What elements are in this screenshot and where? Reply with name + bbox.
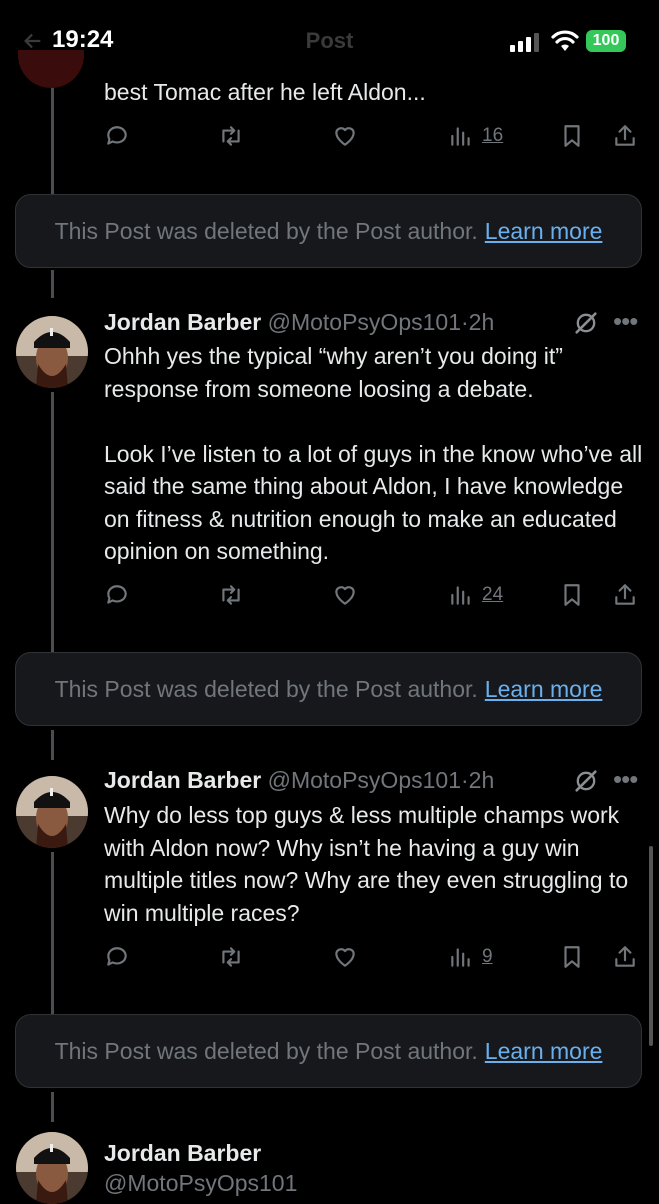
separator-dot: · [461,309,469,335]
heart-icon [335,586,355,605]
views-count: 16 [482,125,504,146]
battery-indicator: 100 [586,30,626,52]
share-icon [615,946,635,967]
more-options-icon[interactable]: ••• [613,764,638,795]
views-count: 24 [482,584,504,605]
author-handle[interactable]: @MotoPsyOps101 [104,1170,297,1197]
views-icon [451,127,470,146]
avatar[interactable] [16,1132,88,1204]
avatar[interactable] [18,50,84,88]
share-button[interactable] [612,121,638,151]
author-name[interactable]: Jordan Barber [104,1140,261,1167]
avatar[interactable] [16,776,88,848]
share-button[interactable] [612,942,638,972]
views-button[interactable]: 16 [448,121,503,151]
wifi-icon [551,30,579,51]
bookmark-button[interactable] [559,121,585,151]
repost-icon [222,126,240,146]
bookmark-icon [564,946,580,968]
post-text: Ohhh yes the typical “why aren’t you doi… [104,343,643,564]
reply-icon [107,126,127,145]
post-text: best Tomac after he left Aldon... [104,79,426,105]
share-icon [615,584,635,605]
author-name[interactable]: Jordan Barber [104,767,261,793]
thread-line [51,392,54,654]
avatar-image [16,316,88,388]
scrollbar[interactable] [649,846,653,1046]
repost-button[interactable] [218,580,244,610]
reply-button[interactable] [104,121,130,151]
more-options-icon[interactable]: ••• [613,306,638,337]
cellular-signal-icon [510,33,539,52]
post-author-line: Jordan Barber @MotoPsyOps101·2h [104,309,494,336]
bookmark-icon [564,125,580,147]
separator-dot: · [461,767,469,793]
deleted-notice-text: This Post was deleted by the Post author… [54,675,478,702]
thread-line [51,730,54,760]
grok-icon[interactable] [572,767,600,795]
deleted-notice-text: This Post was deleted by the Post author… [54,217,478,244]
thread-line [51,270,54,298]
reply-button[interactable] [104,580,130,610]
reply-icon [107,585,127,604]
repost-icon [222,585,240,605]
learn-more-link[interactable]: Learn more [485,218,603,245]
like-button[interactable] [332,121,358,151]
reply-button[interactable] [104,942,130,972]
avatar-image [16,1132,88,1204]
author-name[interactable]: Jordan Barber [104,309,261,335]
bookmark-icon [564,584,580,606]
repost-button[interactable] [218,942,244,972]
views-icon [451,586,470,605]
learn-more-link[interactable]: Learn more [485,1038,603,1065]
thread-line [51,1092,54,1122]
share-icon [615,125,635,146]
post-actions: 9 [104,942,644,972]
deleted-post-notice: This Post was deleted by the Post author… [15,652,642,726]
author-handle[interactable]: @MotoPsyOps101 [268,767,461,793]
heart-icon [335,127,355,146]
author-handle[interactable]: @MotoPsyOps101 [268,309,461,335]
share-button[interactable] [612,580,638,610]
reply-icon [107,947,127,966]
repost-icon [222,947,240,967]
heart-icon [335,948,355,967]
thread-line [51,852,54,1017]
views-button[interactable]: 24 [448,580,503,610]
like-button[interactable] [332,580,358,610]
avatar[interactable] [16,316,88,388]
post-text: Why do less top guys & less multiple cha… [104,802,629,926]
post-time: 2h [468,309,495,335]
post-time: 2h [468,767,495,793]
bookmark-button[interactable] [559,942,585,972]
post-actions: 24 [104,580,644,610]
post-actions: 16 [104,121,644,151]
post-author-line: Jordan Barber @MotoPsyOps101·2h [104,767,494,794]
views-icon [451,948,470,967]
deleted-notice-text: This Post was deleted by the Post author… [54,1037,478,1064]
avatar-image [16,776,88,848]
deleted-post-notice: This Post was deleted by the Post author… [15,194,642,268]
grok-icon[interactable] [572,309,600,337]
deleted-post-notice: This Post was deleted by the Post author… [15,1014,642,1088]
views-count: 9 [482,946,493,967]
bookmark-button[interactable] [559,580,585,610]
like-button[interactable] [332,942,358,972]
learn-more-link[interactable]: Learn more [485,676,603,703]
repost-button[interactable] [218,121,244,151]
views-button[interactable]: 9 [448,942,493,972]
